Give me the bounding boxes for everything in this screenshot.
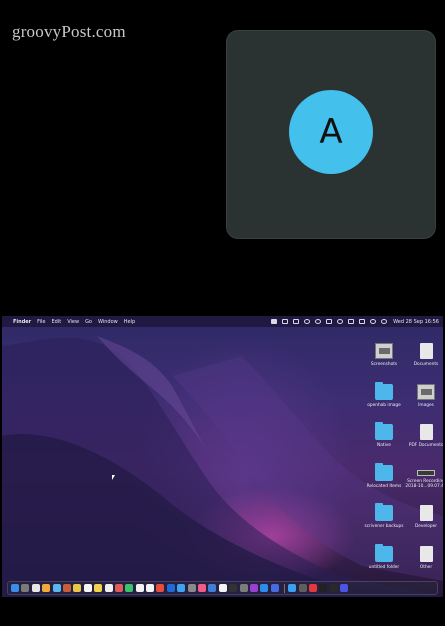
dock-app-icon[interactable]	[42, 584, 51, 592]
avatar[interactable]: A	[289, 90, 373, 174]
document-icon	[419, 424, 433, 440]
dock-app-icon[interactable]	[52, 584, 61, 592]
dock-app-icon[interactable]	[125, 584, 134, 592]
dock	[7, 581, 438, 595]
desktop-icon-label: Images	[418, 402, 434, 408]
file-thumbnail-icon	[417, 383, 435, 400]
desktop-icon-label: Documents	[413, 362, 439, 367]
dock-app-icon[interactable]	[135, 584, 144, 592]
dock-app-icon[interactable]	[177, 584, 186, 592]
menu-extras: Wed 28 Sep 16:56	[266, 316, 439, 327]
menu-file[interactable]: File	[37, 319, 45, 325]
document-icon	[419, 545, 433, 562]
menu-app-name[interactable]: Finder	[13, 319, 31, 325]
dock-app-icon[interactable]	[319, 584, 328, 592]
mouse-pointer-icon	[112, 475, 115, 480]
desktop-icon[interactable]: Documents	[404, 343, 443, 367]
dock-app-icon[interactable]	[239, 584, 248, 592]
file-thumbnail-icon	[417, 469, 435, 476]
menu-view[interactable]: View	[67, 319, 79, 325]
folder-icon	[375, 381, 393, 400]
user-avatar-panel: A	[226, 30, 436, 239]
desktop-icon-label: Screen Recording 2018-10...09.07.47	[405, 478, 443, 489]
desktop-icon-label: scrivener backups	[364, 524, 404, 529]
desktop-icon[interactable]: Screen Recording 2018-10...09.07.47	[404, 465, 443, 489]
dock-app-icon[interactable]	[198, 584, 207, 592]
desktop-icon[interactable]: Developer	[404, 505, 443, 529]
wifi-icon[interactable]	[359, 319, 366, 324]
dock-app-icon[interactable]	[208, 584, 217, 592]
dock-app-icon[interactable]	[329, 584, 338, 592]
dock-app-icon[interactable]	[249, 584, 258, 592]
desktop-icon-label: Other	[419, 564, 433, 570]
file-thumbnail-icon	[375, 343, 393, 359]
desktop-icon[interactable]: scrivener backups	[362, 503, 406, 529]
menu-clock[interactable]: Wed 28 Sep 16:56	[393, 319, 439, 325]
document-icon	[419, 343, 433, 359]
dock-app-icon[interactable]	[11, 584, 19, 592]
menu-window[interactable]: Window	[98, 319, 118, 325]
dock-app-icon[interactable]	[62, 584, 71, 592]
dock-separator	[284, 583, 286, 593]
sync-icon[interactable]	[315, 319, 322, 324]
menu-bar: Finder File Edit View Go Window Help Wed…	[2, 316, 443, 327]
desktop-icon[interactable]: Other	[404, 545, 443, 570]
grid-icon[interactable]	[282, 319, 289, 324]
screen-share-icon[interactable]	[271, 319, 278, 324]
desktop-icon[interactable]: PDF Documents	[404, 424, 443, 448]
dock-app-icon[interactable]	[31, 584, 40, 592]
pen-icon[interactable]	[326, 319, 333, 324]
dock-app-icon[interactable]	[94, 584, 103, 592]
dock-app-icon[interactable]	[73, 584, 82, 592]
mac-desktop: Finder File Edit View Go Window Help Wed…	[2, 316, 443, 597]
dock-app-icon[interactable]	[270, 584, 279, 592]
desktop-icon[interactable]: Images	[404, 383, 443, 408]
dock-app-icon[interactable]	[308, 584, 317, 592]
dock-app-icon[interactable]	[104, 584, 113, 592]
dock-app-icon[interactable]	[298, 584, 307, 592]
dock-app-icon[interactable]	[146, 584, 155, 592]
dropbox-icon[interactable]	[293, 319, 300, 324]
desktop-icon-label: Developer	[414, 524, 438, 529]
dock-app-icon[interactable]	[229, 584, 238, 592]
folder-icon	[375, 422, 393, 440]
desktop-icon-label: openhab image	[367, 402, 401, 408]
dock-app-icon[interactable]	[288, 584, 297, 592]
folder-icon	[375, 503, 393, 521]
document-icon	[419, 505, 433, 521]
desktop-icon[interactable]: untitled folder	[362, 543, 406, 570]
menu-go[interactable]: Go	[85, 319, 92, 325]
dock-app-icon[interactable]	[166, 584, 175, 592]
menu-edit[interactable]: Edit	[52, 319, 62, 325]
dock-app-icon[interactable]	[218, 584, 227, 592]
dock-app-icon[interactable]	[156, 584, 165, 592]
desktop-icon[interactable]: Screenshots	[362, 343, 406, 367]
dock-app-icon[interactable]	[83, 584, 92, 592]
dock-app-icon[interactable]	[114, 584, 123, 592]
desktop-icon-label: Native	[377, 443, 391, 448]
search-icon[interactable]	[370, 319, 377, 324]
desktop-icon-label: PDF Documents	[408, 443, 443, 448]
desktop-icon[interactable]: Relocated Items	[362, 462, 406, 489]
dock-app-icon[interactable]	[187, 584, 196, 592]
menu-help[interactable]: Help	[124, 319, 135, 325]
desktop-icon-label: Relocated Items	[366, 483, 402, 489]
battery-icon[interactable]	[348, 319, 355, 324]
folder-icon	[375, 543, 393, 562]
control-center-icon[interactable]	[381, 319, 388, 324]
dock-app-icon[interactable]	[340, 584, 349, 592]
shield-icon[interactable]	[304, 319, 311, 324]
desktop-icon[interactable]: Native	[362, 422, 406, 448]
folder-icon	[375, 462, 393, 481]
bluetooth-icon[interactable]	[337, 319, 344, 324]
watermark-text: groovyPost.com	[12, 22, 126, 41]
dock-app-icon[interactable]	[260, 584, 269, 592]
desktop-icon[interactable]: openhab image	[362, 381, 406, 408]
desktop-icon-label: untitled folder	[368, 564, 400, 570]
desktop-icon-label: Screenshots	[370, 362, 398, 367]
dock-app-icon[interactable]	[21, 584, 30, 592]
